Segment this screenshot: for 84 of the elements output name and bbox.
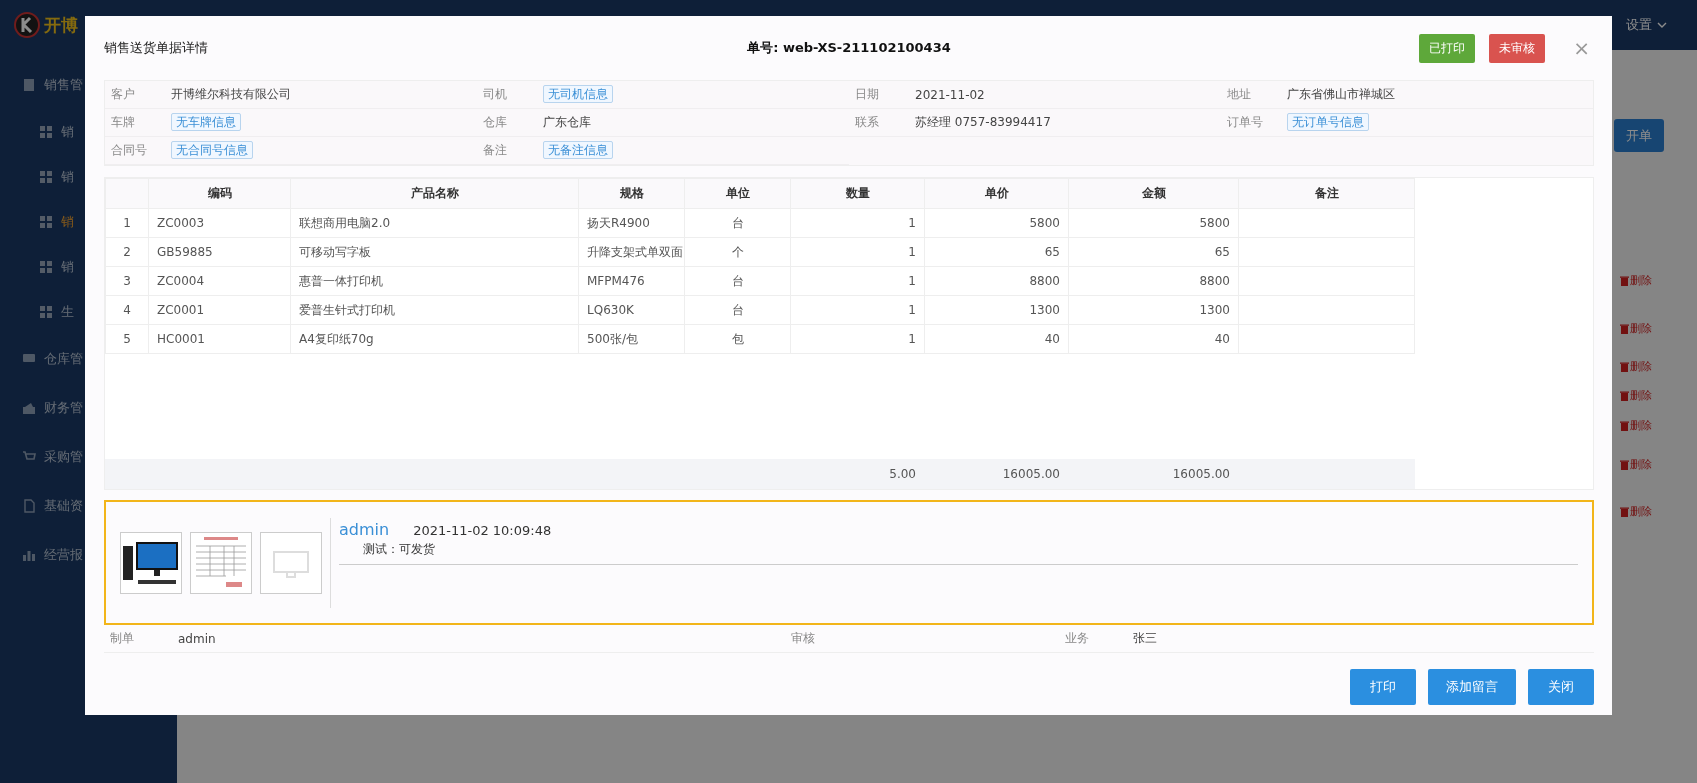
field-value: 广东省佛山市禅城区 — [1287, 87, 1395, 101]
table-cell: 可移动写字板 — [290, 237, 579, 267]
column-header: 金额 — [1068, 178, 1239, 209]
order-number: 单号: web-XS-211102100434 — [747, 39, 951, 57]
column-header: 编码 — [148, 178, 291, 209]
table-cell: 台 — [684, 208, 791, 238]
table-cell: 65 — [1068, 237, 1239, 267]
table-cell: 升降支架式单双面 — [578, 237, 685, 267]
info-tag: 无备注信息 — [543, 141, 613, 159]
info-tag: 无车牌信息 — [171, 113, 241, 131]
dialog-title: 销售送货单据详情 — [104, 39, 209, 57]
table-cell: 包 — [684, 324, 791, 354]
table-cell: ZC0004 — [148, 266, 291, 296]
table-cell: 个 — [684, 237, 791, 267]
field-label: 客户 — [110, 86, 136, 103]
column-header: 数量 — [790, 178, 925, 209]
field-value: admin — [178, 631, 216, 646]
field-label: 联系 — [854, 114, 880, 131]
field-label: 备注 — [482, 142, 508, 159]
table-cell: 联想商用电脑2.0 — [290, 208, 579, 238]
table-cell: HC0001 — [148, 324, 291, 354]
table-cell: 1300 — [1068, 295, 1239, 325]
total-value: 16005.00 — [1172, 467, 1230, 481]
table-cell: 扬天R4900 — [578, 208, 685, 238]
field-value: 2021-11-02 — [915, 87, 985, 102]
table-cell: 5800 — [1068, 208, 1239, 238]
field-value: 张三 — [1133, 630, 1157, 647]
table-cell: 1 — [790, 324, 925, 354]
row-number: 4 — [105, 295, 149, 325]
total-value: 16005.00 — [1002, 467, 1060, 481]
table-cell: ZC0003 — [148, 208, 291, 238]
info-tag: 无订单号信息 — [1287, 113, 1369, 131]
status-badge: 未审核 — [1489, 33, 1546, 63]
field-label: 司机 — [482, 86, 508, 103]
message-text: 测试：可发货 — [362, 541, 436, 558]
logo-text: 开博 — [44, 13, 78, 37]
field-label: 制单 — [109, 630, 135, 647]
message-time: 2021-11-02 10:09:48 — [413, 523, 552, 538]
field-label: 订单号 — [1226, 114, 1264, 131]
table-cell: 40 — [924, 324, 1069, 354]
table-cell: 1 — [790, 237, 925, 267]
table-cell: GB59885 — [148, 237, 291, 267]
table-cell: 台 — [684, 295, 791, 325]
row-number: 5 — [105, 324, 149, 354]
table-cell: 台 — [684, 266, 791, 296]
table-cell: 40 — [1068, 324, 1239, 354]
column-header: 单价 — [924, 178, 1069, 209]
field-label: 合同号 — [110, 142, 148, 159]
message-author: admin — [339, 520, 390, 539]
table-cell: 1 — [790, 295, 925, 325]
field-value: 开博维尔科技有限公司 — [171, 87, 291, 101]
field-label: 日期 — [854, 86, 880, 103]
table-cell: MFPM476 — [578, 266, 685, 296]
row-number: 1 — [105, 208, 149, 238]
table-cell: LQ630K — [578, 295, 685, 325]
status-badge: 已打印 — [1419, 33, 1476, 63]
column-header: 规格 — [578, 178, 685, 209]
field-value: 广东仓库 — [543, 115, 591, 129]
field-label: 仓库 — [482, 114, 508, 131]
table-cell: 500张/包 — [578, 324, 685, 354]
field-label: 车牌 — [110, 114, 136, 131]
field-value: 苏经理 0757-83994417 — [915, 115, 1051, 129]
row-number: 3 — [105, 266, 149, 296]
column-header: 单位 — [684, 178, 791, 209]
table-cell: 1300 — [924, 295, 1069, 325]
table-cell: 1 — [790, 208, 925, 238]
table-cell: 5800 — [924, 208, 1069, 238]
info-tag: 无司机信息 — [543, 85, 613, 103]
column-header: 产品名称 — [290, 178, 579, 209]
field-label: 审核 — [790, 630, 816, 647]
table-cell: 惠普一体打印机 — [290, 266, 579, 296]
table-cell: 8800 — [924, 266, 1069, 296]
field-label: 业务 — [1064, 630, 1090, 647]
table-cell: 1 — [790, 266, 925, 296]
field-label: 地址 — [1226, 86, 1252, 103]
table-cell: 爱普生针式打印机 — [290, 295, 579, 325]
table-cell: ZC0001 — [148, 295, 291, 325]
table-cell: 8800 — [1068, 266, 1239, 296]
row-number: 2 — [105, 237, 149, 267]
column-header: 备注 — [1238, 178, 1415, 209]
info-tag: 无合同号信息 — [171, 141, 253, 159]
table-cell: A4复印纸70g — [290, 324, 579, 354]
total-value: 5.00 — [889, 467, 916, 481]
table-cell: 65 — [924, 237, 1069, 267]
